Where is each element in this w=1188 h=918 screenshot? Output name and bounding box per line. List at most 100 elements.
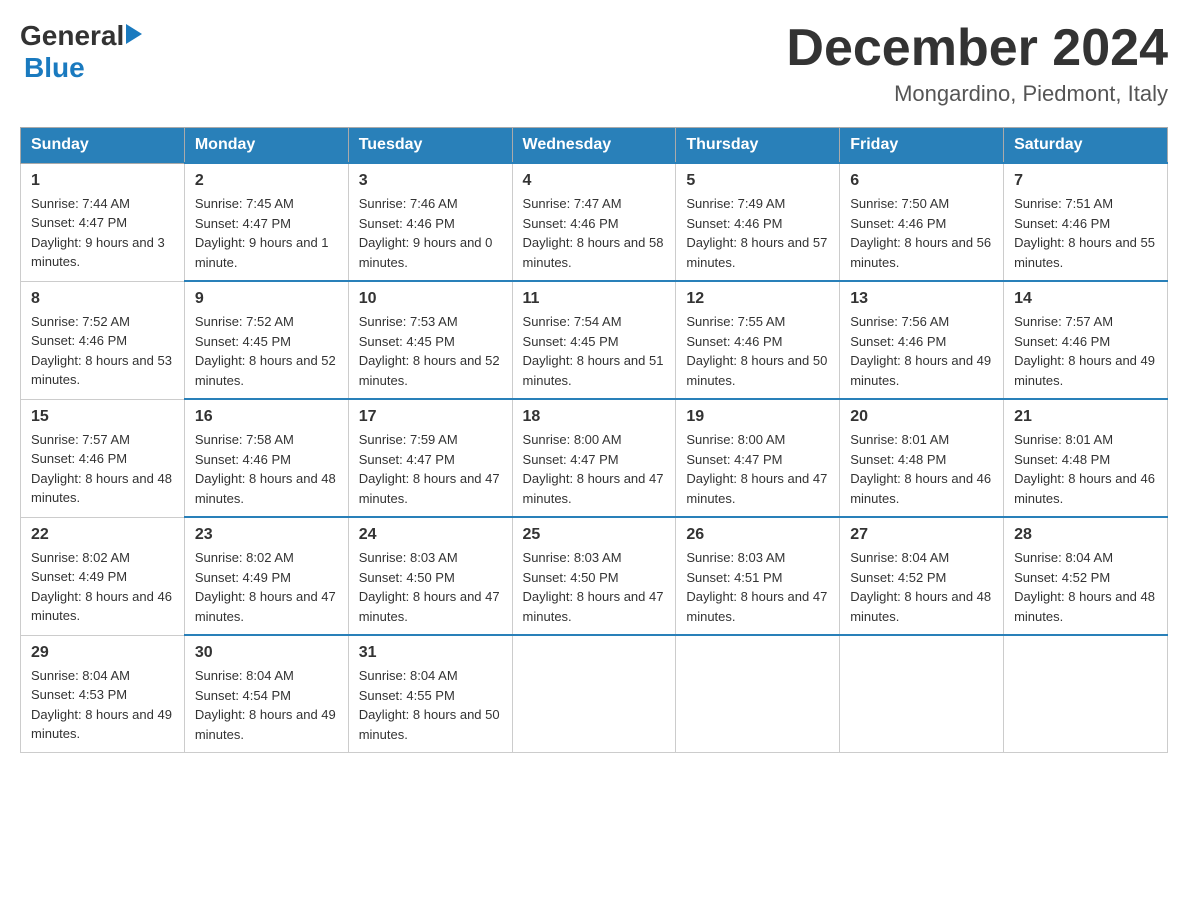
calendar-cell: 24Sunrise: 8:03 AMSunset: 4:50 PMDayligh… bbox=[348, 517, 512, 635]
logo-arrow-icon bbox=[126, 24, 142, 44]
day-info: Sunrise: 8:01 AMSunset: 4:48 PMDaylight:… bbox=[850, 430, 993, 508]
day-info: Sunrise: 8:03 AMSunset: 4:50 PMDaylight:… bbox=[523, 548, 666, 626]
day-info: Sunrise: 7:54 AMSunset: 4:45 PMDaylight:… bbox=[523, 312, 666, 390]
calendar-cell: 17Sunrise: 7:59 AMSunset: 4:47 PMDayligh… bbox=[348, 399, 512, 517]
calendar-cell: 8 Sunrise: 7:52 AMSunset: 4:46 PMDaylight… bbox=[21, 281, 185, 399]
column-header-wednesday: Wednesday bbox=[512, 128, 676, 164]
calendar-table: SundayMondayTuesdayWednesdayThursdayFrid… bbox=[20, 127, 1168, 753]
day-number: 13 bbox=[850, 290, 993, 308]
day-info: Sunrise: 7:57 AMSunset: 4:46 PMDaylight:… bbox=[31, 430, 174, 508]
calendar-cell: 16 Sunrise: 7:58 AMSunset: 4:46 PMDayligh… bbox=[184, 399, 348, 517]
calendar-cell: 5Sunrise: 7:49 AMSunset: 4:46 PMDaylight… bbox=[676, 163, 840, 281]
day-number: 28 bbox=[1014, 526, 1157, 544]
day-number: 19 bbox=[686, 408, 829, 426]
calendar-cell: 2 Sunrise: 7:45 AMSunset: 4:47 PMDaylight… bbox=[184, 163, 348, 281]
day-info: Sunrise: 7:44 AMSunset: 4:47 PMDaylight:… bbox=[31, 194, 174, 272]
day-number: 14 bbox=[1014, 290, 1157, 308]
column-header-saturday: Saturday bbox=[1004, 128, 1168, 164]
day-info: Sunrise: 8:04 AMSunset: 4:53 PMDaylight:… bbox=[31, 666, 174, 744]
day-info: Sunrise: 7:46 AMSunset: 4:46 PMDaylight:… bbox=[359, 194, 502, 272]
calendar-cell: 28 Sunrise: 8:04 AMSunset: 4:52 PMDayligh… bbox=[1004, 517, 1168, 635]
day-number: 21 bbox=[1014, 408, 1157, 426]
day-number: 2 bbox=[195, 172, 338, 190]
calendar-cell: 30 Sunrise: 8:04 AMSunset: 4:54 PMDayligh… bbox=[184, 635, 348, 753]
day-number: 12 bbox=[686, 290, 829, 308]
calendar-week-row: 15Sunrise: 7:57 AMSunset: 4:46 PMDayligh… bbox=[21, 399, 1168, 517]
day-info: Sunrise: 7:55 AMSunset: 4:46 PMDaylight:… bbox=[686, 312, 829, 390]
calendar-cell bbox=[512, 635, 676, 753]
day-info: Sunrise: 8:02 AMSunset: 4:49 PMDaylight:… bbox=[195, 548, 338, 626]
calendar-week-row: 22 Sunrise: 8:02 AMSunset: 4:49 PMDayligh… bbox=[21, 517, 1168, 635]
day-info: Sunrise: 7:49 AMSunset: 4:46 PMDaylight:… bbox=[686, 194, 829, 272]
day-info: Sunrise: 8:00 AMSunset: 4:47 PMDaylight:… bbox=[686, 430, 829, 508]
day-info: Sunrise: 7:51 AMSunset: 4:46 PMDaylight:… bbox=[1014, 194, 1157, 272]
logo-general-text: General bbox=[20, 20, 124, 52]
month-year-title: December 2024 bbox=[786, 20, 1168, 77]
calendar-header-row: SundayMondayTuesdayWednesdayThursdayFrid… bbox=[21, 128, 1168, 164]
calendar-cell: 15Sunrise: 7:57 AMSunset: 4:46 PMDayligh… bbox=[21, 399, 185, 517]
day-info: Sunrise: 7:50 AMSunset: 4:46 PMDaylight:… bbox=[850, 194, 993, 272]
day-info: Sunrise: 7:56 AMSunset: 4:46 PMDaylight:… bbox=[850, 312, 993, 390]
day-number: 25 bbox=[523, 526, 666, 544]
day-info: Sunrise: 8:04 AMSunset: 4:54 PMDaylight:… bbox=[195, 666, 338, 744]
calendar-cell: 11 Sunrise: 7:54 AMSunset: 4:45 PMDayligh… bbox=[512, 281, 676, 399]
calendar-cell: 21 Sunrise: 8:01 AMSunset: 4:48 PMDayligh… bbox=[1004, 399, 1168, 517]
logo: General Blue bbox=[20, 20, 142, 84]
day-number: 26 bbox=[686, 526, 829, 544]
day-number: 3 bbox=[359, 172, 502, 190]
day-number: 8 bbox=[31, 290, 174, 308]
day-info: Sunrise: 8:04 AMSunset: 4:52 PMDaylight:… bbox=[1014, 548, 1157, 626]
day-number: 18 bbox=[523, 408, 666, 426]
column-header-monday: Monday bbox=[184, 128, 348, 164]
day-info: Sunrise: 8:00 AMSunset: 4:47 PMDaylight:… bbox=[523, 430, 666, 508]
day-number: 10 bbox=[359, 290, 502, 308]
day-info: Sunrise: 8:01 AMSunset: 4:48 PMDaylight:… bbox=[1014, 430, 1157, 508]
day-info: Sunrise: 7:58 AMSunset: 4:46 PMDaylight:… bbox=[195, 430, 338, 508]
day-info: Sunrise: 8:03 AMSunset: 4:51 PMDaylight:… bbox=[686, 548, 829, 626]
title-section: December 2024 Mongardino, Piedmont, Ital… bbox=[786, 20, 1168, 107]
day-number: 16 bbox=[195, 408, 338, 426]
calendar-cell: 9 Sunrise: 7:52 AMSunset: 4:45 PMDaylight… bbox=[184, 281, 348, 399]
calendar-week-row: 8 Sunrise: 7:52 AMSunset: 4:46 PMDaylight… bbox=[21, 281, 1168, 399]
page-header: General Blue December 2024 Mongardino, P… bbox=[20, 20, 1168, 107]
day-info: Sunrise: 7:59 AMSunset: 4:47 PMDaylight:… bbox=[359, 430, 502, 508]
calendar-cell bbox=[1004, 635, 1168, 753]
calendar-cell: 6 Sunrise: 7:50 AMSunset: 4:46 PMDaylight… bbox=[840, 163, 1004, 281]
day-number: 11 bbox=[523, 290, 666, 308]
calendar-cell: 22 Sunrise: 8:02 AMSunset: 4:49 PMDayligh… bbox=[21, 517, 185, 635]
logo-blue-text: Blue bbox=[24, 52, 142, 84]
calendar-cell: 23Sunrise: 8:02 AMSunset: 4:49 PMDayligh… bbox=[184, 517, 348, 635]
day-number: 22 bbox=[31, 526, 174, 544]
day-number: 27 bbox=[850, 526, 993, 544]
column-header-friday: Friday bbox=[840, 128, 1004, 164]
day-number: 31 bbox=[359, 644, 502, 662]
location-subtitle: Mongardino, Piedmont, Italy bbox=[786, 81, 1168, 107]
calendar-cell: 4 Sunrise: 7:47 AMSunset: 4:46 PMDaylight… bbox=[512, 163, 676, 281]
calendar-cell: 29Sunrise: 8:04 AMSunset: 4:53 PMDayligh… bbox=[21, 635, 185, 753]
day-info: Sunrise: 7:52 AMSunset: 4:45 PMDaylight:… bbox=[195, 312, 338, 390]
calendar-cell: 25 Sunrise: 8:03 AMSunset: 4:50 PMDayligh… bbox=[512, 517, 676, 635]
day-info: Sunrise: 8:03 AMSunset: 4:50 PMDaylight:… bbox=[359, 548, 502, 626]
day-info: Sunrise: 7:53 AMSunset: 4:45 PMDaylight:… bbox=[359, 312, 502, 390]
day-info: Sunrise: 7:45 AMSunset: 4:47 PMDaylight:… bbox=[195, 194, 338, 272]
column-header-tuesday: Tuesday bbox=[348, 128, 512, 164]
calendar-cell: 14Sunrise: 7:57 AMSunset: 4:46 PMDayligh… bbox=[1004, 281, 1168, 399]
day-number: 30 bbox=[195, 644, 338, 662]
calendar-cell: 20Sunrise: 8:01 AMSunset: 4:48 PMDayligh… bbox=[840, 399, 1004, 517]
calendar-cell: 19 Sunrise: 8:00 AMSunset: 4:47 PMDayligh… bbox=[676, 399, 840, 517]
calendar-cell: 31 Sunrise: 8:04 AMSunset: 4:55 PMDayligh… bbox=[348, 635, 512, 753]
calendar-cell: 3 Sunrise: 7:46 AMSunset: 4:46 PMDaylight… bbox=[348, 163, 512, 281]
day-number: 6 bbox=[850, 172, 993, 190]
calendar-cell: 13 Sunrise: 7:56 AMSunset: 4:46 PMDayligh… bbox=[840, 281, 1004, 399]
day-info: Sunrise: 7:47 AMSunset: 4:46 PMDaylight:… bbox=[523, 194, 666, 272]
calendar-cell: 12 Sunrise: 7:55 AMSunset: 4:46 PMDayligh… bbox=[676, 281, 840, 399]
calendar-cell: 18 Sunrise: 8:00 AMSunset: 4:47 PMDayligh… bbox=[512, 399, 676, 517]
day-info: Sunrise: 8:02 AMSunset: 4:49 PMDaylight:… bbox=[31, 548, 174, 626]
calendar-cell: 10 Sunrise: 7:53 AMSunset: 4:45 PMDayligh… bbox=[348, 281, 512, 399]
day-number: 4 bbox=[523, 172, 666, 190]
day-number: 9 bbox=[195, 290, 338, 308]
calendar-cell bbox=[676, 635, 840, 753]
day-info: Sunrise: 8:04 AMSunset: 4:55 PMDaylight:… bbox=[359, 666, 502, 744]
day-info: Sunrise: 7:52 AMSunset: 4:46 PMDaylight:… bbox=[31, 312, 174, 390]
day-info: Sunrise: 8:04 AMSunset: 4:52 PMDaylight:… bbox=[850, 548, 993, 626]
